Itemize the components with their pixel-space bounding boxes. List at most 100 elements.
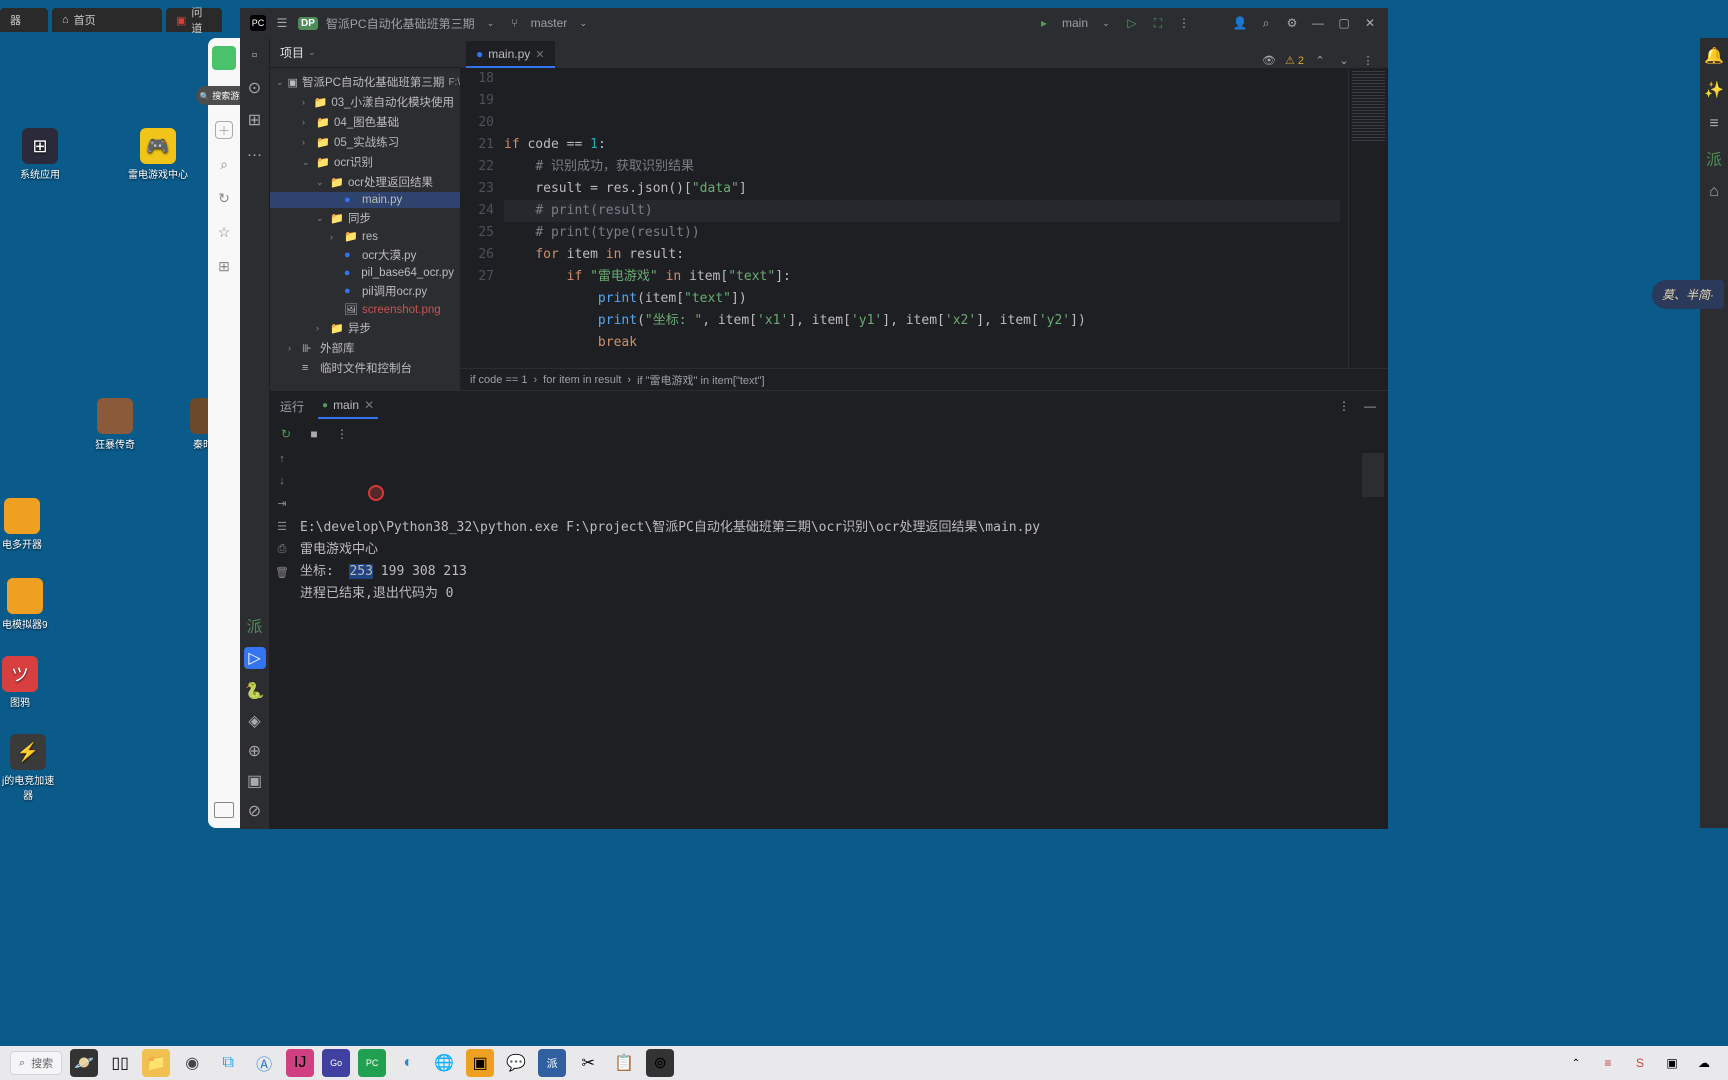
tree-item[interactable]: ›📁03_小漾自动化模块使用 (270, 92, 460, 112)
home-icon[interactable]: ⌂ (1706, 184, 1722, 200)
user-badge[interactable]: 莫、半简· (1652, 280, 1724, 309)
arrow-down-icon[interactable]: ↓ (279, 475, 285, 487)
trash-icon[interactable]: 🗑 (275, 566, 289, 579)
tree-item[interactable]: ⌄📁同步 (270, 208, 460, 228)
scroll-icon[interactable]: ☰ (277, 520, 287, 533)
run-tab-main[interactable]: ● main ✕ (318, 393, 378, 419)
breadcrumb[interactable]: if code == 1› for item in result› if "雷电… (460, 368, 1388, 390)
taskview-icon[interactable]: ▯▯ (106, 1049, 134, 1077)
intellij-icon[interactable]: IJ (286, 1049, 314, 1077)
console-output[interactable]: E:\develop\Python38_32\python.exe F:\pro… (294, 447, 1358, 829)
tree-item[interactable]: ●ocr大漠.py (270, 245, 460, 265)
tool-icon[interactable]: ✂ (574, 1049, 602, 1077)
goland-icon[interactable]: Go (322, 1049, 350, 1077)
wemeet-icon[interactable]: ◉ (178, 1049, 206, 1077)
desktop-icon-duokai[interactable]: 电多开器 (2, 498, 42, 551)
tree-item[interactable]: ›📁04_图色基础 (270, 112, 460, 132)
project-name[interactable]: 智派PC自动化基础班第三期 (326, 15, 475, 32)
more-icon[interactable]: ⋮ (1176, 15, 1192, 31)
python-icon[interactable]: 🐍 (247, 683, 263, 699)
code-editor[interactable]: 18192021222324252627 if code == 1: # 识别成… (460, 68, 1388, 368)
tree-item[interactable]: ●pil_base64_ocr.py (270, 265, 460, 281)
more-icon[interactable]: ⋮ (1336, 398, 1352, 414)
chevron-down-icon[interactable]: ⌄ (575, 15, 591, 31)
tray-icon[interactable]: ▣ (1658, 1049, 1686, 1077)
tray-icon[interactable]: ≡ (1594, 1049, 1622, 1077)
desktop-icon-booster[interactable]: ⚡ j的电竞加速 器 (2, 734, 54, 802)
tree-item[interactable]: 🖼screenshot.png (270, 301, 460, 318)
print-icon[interactable]: ⎙ (278, 543, 287, 556)
rerun-icon[interactable]: ↻ (278, 426, 294, 442)
pai-icon[interactable]: 派 (1706, 150, 1722, 166)
folder-icon[interactable]: ▫ (247, 48, 263, 64)
minimap[interactable] (1348, 68, 1388, 368)
code-body[interactable]: if code == 1: # 识别成功，获取识别结果 result = res… (504, 68, 1348, 368)
desktop-icon-leidian[interactable]: 🎮 雷电游戏中心 (128, 128, 188, 181)
chevron-down-icon[interactable]: ⌄ (1336, 52, 1352, 68)
tree-item[interactable]: ›⊪外部库 (270, 338, 460, 358)
grid-icon[interactable]: ⊞ (215, 257, 233, 275)
problems-icon[interactable]: ⊘ (247, 803, 263, 819)
more-icon[interactable]: … (247, 144, 263, 160)
bell-icon[interactable]: 🔔 (1706, 48, 1722, 64)
obs-icon[interactable]: ⊚ (646, 1049, 674, 1077)
taskbar-search[interactable]: ⌕ 搜索 (10, 1051, 62, 1075)
chevron-down-icon[interactable]: ⌄ (1098, 15, 1114, 31)
tree-item[interactable]: ›📁异步 (270, 318, 460, 338)
run-tool-icon[interactable]: ▷ (244, 647, 266, 669)
wrap-icon[interactable]: ⇥ (277, 497, 286, 510)
search-icon[interactable]: ⌕ (1258, 15, 1274, 31)
tree-item[interactable]: ●pil调用ocr.py (270, 281, 460, 301)
tray-icon[interactable]: ☁ (1690, 1049, 1718, 1077)
console-minimap[interactable] (1358, 447, 1388, 829)
services-icon[interactable]: ⊕ (247, 743, 263, 759)
structure-icon[interactable]: ⊞ (247, 112, 263, 128)
more-icon[interactable]: ⋮ (1360, 52, 1376, 68)
side-app-logo[interactable] (212, 46, 236, 70)
branch-name[interactable]: master (531, 16, 568, 30)
desktop-icon-kuangbao[interactable]: 狂暴传奇 (95, 398, 135, 451)
stop-icon[interactable]: ■ (306, 426, 322, 442)
maximize-icon[interactable]: ▢ (1336, 15, 1352, 31)
desktop-icon-simulator[interactable]: 电模拟器9 (2, 578, 48, 631)
tree-item[interactable]: ⌄📁ocr识别 (270, 152, 460, 172)
commit-icon[interactable]: ⊙ (247, 80, 263, 96)
warning-badge[interactable]: ⚠ 2 (1285, 54, 1304, 67)
saturn-icon[interactable]: 🪐 (70, 1049, 98, 1077)
close-icon[interactable]: ✕ (1362, 15, 1378, 31)
chrome-icon[interactable]: 🌐 (430, 1049, 458, 1077)
tree-item[interactable]: ›📁res (270, 228, 460, 245)
clock-icon[interactable]: ↻ (215, 189, 233, 207)
edge-icon[interactable]: ◐ (394, 1049, 422, 1077)
tray-icon[interactable]: S (1626, 1049, 1654, 1077)
layers-icon[interactable]: ◈ (247, 713, 263, 729)
hide-icon[interactable]: — (1362, 398, 1378, 414)
project-tree-header[interactable]: 项目⌄ (270, 38, 460, 68)
app-icon[interactable]: ▣ (466, 1049, 494, 1077)
doc-icon[interactable]: 📋 (610, 1049, 638, 1077)
pycharm-icon[interactable]: PC (358, 1049, 386, 1077)
ai-icon[interactable]: ✨ (1706, 82, 1722, 98)
explorer-icon[interactable]: 📁 (142, 1049, 170, 1077)
tree-item[interactable]: ›📁05_实战练习 (270, 132, 460, 152)
pai-icon[interactable]: 派 (538, 1049, 566, 1077)
tree-root[interactable]: ⌄▣ 智派PC自动化基础班第三期 F:\ (270, 72, 460, 92)
tray-up-icon[interactable]: ⌃ (1562, 1049, 1590, 1077)
file-tab-main[interactable]: ● main.py ✕ (466, 41, 555, 68)
vscode-icon[interactable]: ⧉ (214, 1049, 242, 1077)
browser-tab-home[interactable]: ⌂首页 (52, 8, 162, 32)
finder-icon[interactable]: Ⓐ (250, 1049, 278, 1077)
browser-tab-wendao[interactable]: ▣问道 (166, 8, 222, 32)
run-button[interactable]: ▷ (1124, 15, 1140, 31)
desktop-icon-system[interactable]: ⊞ 系统应用 (20, 128, 60, 181)
tv-icon[interactable] (214, 802, 234, 818)
browser-tab-0[interactable]: 器 (0, 8, 48, 32)
run-config[interactable]: main (1062, 16, 1088, 30)
tree-item[interactable]: ≡临时文件和控制台 (270, 358, 460, 378)
debug-button[interactable]: ⛶ (1150, 15, 1166, 31)
desktop-icon-tuya[interactable]: ツ 图鸦 (2, 656, 38, 709)
add-icon[interactable]: ＋ (215, 121, 233, 139)
chevron-up-icon[interactable]: ⌃ (1312, 52, 1328, 68)
reader-mode-icon[interactable]: 👁 (1261, 52, 1277, 68)
search-icon[interactable]: ⌕ (215, 155, 233, 173)
